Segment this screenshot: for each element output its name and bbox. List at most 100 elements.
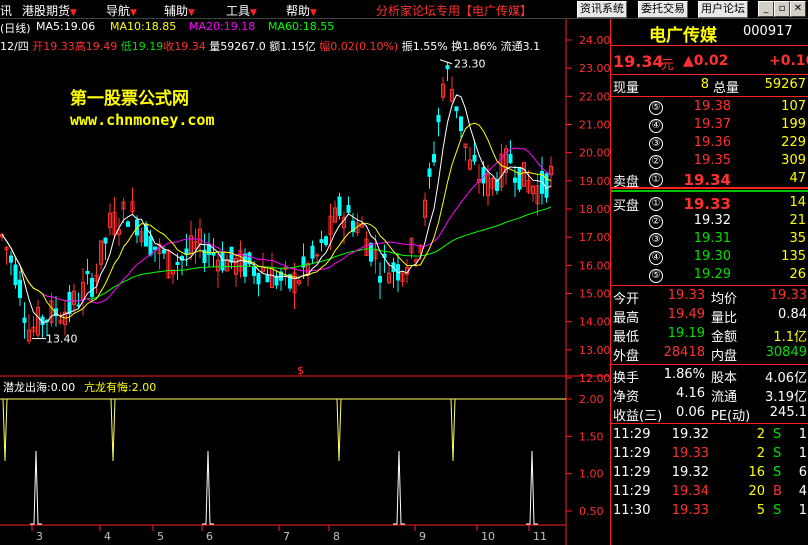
info-chg: 幅0.02(0.10%) <box>319 40 399 53</box>
bar-info: 12/四 开19.33高19.49 低19.19收19.34 量59267.0 … <box>0 38 540 54</box>
level-badge: ⑤ <box>649 101 663 115</box>
y-tick-label: 15.00 <box>579 288 610 301</box>
candle-body <box>472 154 477 162</box>
tick-count: 1 <box>798 503 807 518</box>
price-change-pct: +0.10 <box>769 53 808 69</box>
menu-arrow-icon: ▼ <box>188 8 195 18</box>
candle-body <box>103 237 108 244</box>
level-badge: ④ <box>649 251 663 265</box>
menu-arrow-icon: ▼ <box>70 8 77 18</box>
bid-level-row: ② 19.32 21 <box>611 213 808 231</box>
candle-body <box>315 254 319 257</box>
tick-side: S <box>773 427 782 442</box>
bid-label: 买盘 <box>613 199 640 214</box>
close-icon[interactable]: ✕ <box>790 1 806 17</box>
candle-body <box>243 253 247 277</box>
indicator-spike-down <box>334 398 344 462</box>
candle-body <box>9 255 13 263</box>
y-tick-label: 21.00 <box>579 119 610 132</box>
indicator-spike-up <box>30 450 42 525</box>
y-tick-label: 14.00 <box>579 316 610 329</box>
tick-volume: 2 <box>756 446 765 461</box>
forum-button[interactable]: 用户论坛 <box>698 1 748 18</box>
candle-body <box>337 196 342 216</box>
stat-value: 0.84 <box>778 307 807 322</box>
menu-item-hk-futures[interactable]: 港股期货▼ <box>22 2 77 19</box>
stat-label: 内盘 <box>711 349 738 364</box>
x-tick-label: 11 <box>533 530 547 543</box>
news-system-button[interactable]: 资讯系统 <box>577 1 627 18</box>
candle-body <box>324 236 328 245</box>
candle-body <box>220 252 225 271</box>
x-tick-label: 10 <box>481 530 495 543</box>
ind-tick-label: 2.00 <box>579 393 604 406</box>
indicator-spike-down <box>0 398 10 462</box>
ask-level-row: ② 19.35 309 <box>611 153 808 171</box>
menu-item-news[interactable]: 讯 <box>0 2 12 19</box>
trade-button[interactable]: 委托交易 <box>638 1 688 18</box>
info-vol: 量59267.0 <box>209 40 266 53</box>
stock-header: 电广传媒 000917 <box>611 21 808 46</box>
bid-level-row: ④ 19.30 135 <box>611 249 808 267</box>
tick-row: 11:29 19.32 16 S 6 <box>611 465 808 483</box>
menu-label: 辅助 <box>164 4 189 18</box>
total-vol: 59267 <box>764 77 806 92</box>
info-date: 12/四 <box>0 40 29 53</box>
restore-icon[interactable]: ▫ <box>774 1 790 17</box>
divider <box>611 190 808 192</box>
info-amp: 振1.55% <box>401 40 448 53</box>
stock-code: 000917 <box>743 24 793 39</box>
y-tick-label: 23.00 <box>579 62 610 75</box>
stat-value: 19.49 <box>667 307 705 322</box>
indicator-name-2: 亢龙有悔:2.00 <box>84 381 157 394</box>
level-badge: ⑤ <box>649 269 663 283</box>
tick-volume: 5 <box>756 503 765 518</box>
stat-value: 30849 <box>765 345 807 360</box>
ask-volume: 47 <box>789 171 806 186</box>
menu-item-navigate[interactable]: 导航▼ <box>106 2 137 19</box>
menu-item-tools[interactable]: 工具▼ <box>226 2 257 19</box>
stat-label: PE(动) <box>711 409 751 424</box>
menu-item-assist[interactable]: 辅助▼ <box>164 2 195 19</box>
price-change: ▲0.02 <box>683 53 729 69</box>
stat-value: 4.16 <box>676 386 705 401</box>
stat-row: 换手 1.86% 股本 4.06亿 <box>611 367 808 386</box>
indicator-spike-up <box>393 450 405 525</box>
ma5-label: MA5:19.06 <box>36 20 96 33</box>
ind-tick-label: 0.50 <box>579 505 604 518</box>
menu-item-help[interactable]: 帮助▼ <box>286 2 317 19</box>
info-amt: 额1.15亿 <box>269 40 316 53</box>
candle-body <box>207 245 211 255</box>
menu-arrow-icon: ▼ <box>250 8 257 18</box>
ind-tick-label: 1.50 <box>579 430 604 443</box>
candle-body <box>18 279 22 299</box>
menu-label: 港股期货 <box>22 4 71 18</box>
x-tick-label: 7 <box>283 530 290 543</box>
tick-time: 11:30 <box>613 503 651 518</box>
ask-level-row: ⑤ 19.38 107 <box>611 99 808 117</box>
info-turn: 换1.86% <box>451 40 498 53</box>
ask-volume: 107 <box>781 99 806 114</box>
ma60-label: MA60:18.55 <box>268 20 335 33</box>
level-badge: ② <box>649 215 663 229</box>
minimize-icon[interactable]: _ <box>758 1 774 17</box>
stat-label: 换手 <box>613 371 640 386</box>
candle-body <box>148 235 153 256</box>
tick-volume: 16 <box>748 465 765 480</box>
y-tick-label: 18.00 <box>579 203 610 216</box>
candle-body <box>153 246 157 250</box>
candle-body <box>445 65 450 70</box>
candle-body <box>211 252 216 256</box>
x-tick-label: 4 <box>104 530 111 543</box>
level-badge: ④ <box>649 119 663 133</box>
indicator-spike-down <box>108 398 118 462</box>
quote-panel: 电广传媒 000917 19.34 元 ▲0.02 +0.10 现量 8 总量 … <box>610 19 808 545</box>
bid-level-row: ⑤ 19.29 26 <box>611 267 808 285</box>
total-vol-label: 总量 <box>713 81 740 96</box>
stat-row: 收益(三) 0.06 PE(动) 245.1 <box>611 405 808 424</box>
y-tick-label: 16.00 <box>579 259 610 272</box>
divider <box>611 74 808 75</box>
tick-count: 1 <box>798 427 807 442</box>
candle-body <box>252 267 256 276</box>
stat-label: 净资 <box>613 390 640 405</box>
